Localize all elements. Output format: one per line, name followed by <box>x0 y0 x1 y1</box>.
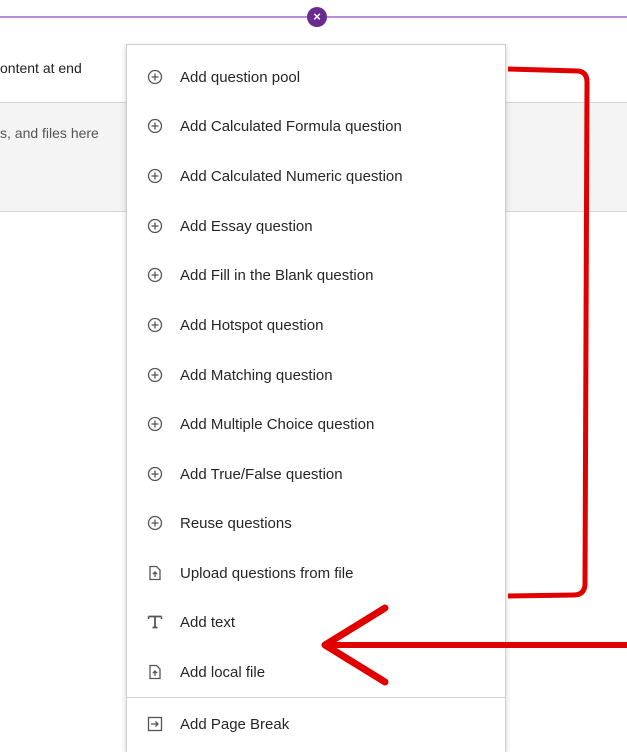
plus-circle-icon <box>146 415 164 433</box>
menu-item-label: Add Essay question <box>180 217 313 235</box>
menu-item-add-local-file[interactable]: Add local file <box>127 652 505 692</box>
close-icon[interactable]: × <box>307 7 327 27</box>
plus-circle-icon <box>146 68 164 86</box>
menu-item-label: Add local file <box>180 663 266 681</box>
menu-item-add-multiple-choice-question[interactable]: Add Multiple Choice question <box>127 404 505 444</box>
menu-item-label: Add Hotspot question <box>180 316 324 334</box>
plus-circle-icon <box>146 514 164 532</box>
plus-circle-icon <box>146 117 164 135</box>
menu-item-add-matching-question[interactable]: Add Matching question <box>127 355 505 395</box>
menu-item-label: Add text <box>180 613 236 631</box>
plus-circle-icon <box>146 316 164 334</box>
menu-item-add-fill-in-the-blank-question[interactable]: Add Fill in the Blank question <box>127 255 505 295</box>
menu-item-upload-questions-from-file[interactable]: Upload questions from file <box>127 553 505 593</box>
background-content-placeholder: s, and files here <box>0 125 99 141</box>
plus-circle-icon <box>146 217 164 235</box>
plus-circle-icon <box>146 266 164 284</box>
menu-item-label: Add Calculated Numeric question <box>180 167 403 185</box>
menu-item-reuse-questions[interactable]: Reuse questions <box>127 503 505 543</box>
add-content-menu: Add question pool Add Calculated Formula… <box>126 44 506 752</box>
file-upload-icon <box>146 564 164 582</box>
menu-item-add-calculated-numeric-question[interactable]: Add Calculated Numeric question <box>127 156 505 196</box>
menu-item-add-true-false-question[interactable]: Add True/False question <box>127 454 505 494</box>
menu-divider <box>127 697 505 698</box>
menu-item-add-hotspot-question[interactable]: Add Hotspot question <box>127 305 505 345</box>
plus-circle-icon <box>146 465 164 483</box>
page-break-icon <box>146 715 164 733</box>
menu-item-add-calculated-formula-question[interactable]: Add Calculated Formula question <box>127 106 505 146</box>
menu-item-label: Reuse questions <box>180 514 292 532</box>
menu-item-add-essay-question[interactable]: Add Essay question <box>127 206 505 246</box>
menu-item-label: Add True/False question <box>180 465 343 483</box>
plus-circle-icon <box>146 366 164 384</box>
menu-item-label: Upload questions from file <box>180 564 354 582</box>
menu-item-label: Add Matching question <box>180 366 333 384</box>
menu-item-label: Add Page Break <box>180 715 290 733</box>
menu-item-label: Add question pool <box>180 68 301 86</box>
menu-item-label: Add Multiple Choice question <box>180 415 375 433</box>
plus-circle-icon <box>146 167 164 185</box>
menu-item-add-text[interactable]: Add text <box>127 602 505 642</box>
background-content-text: ontent at end <box>0 60 82 76</box>
menu-item-label: Add Fill in the Blank question <box>180 266 374 284</box>
menu-item-add-page-break[interactable]: Add Page Break <box>127 704 505 744</box>
menu-item-label: Add Calculated Formula question <box>180 117 402 135</box>
file-upload-icon <box>146 663 164 681</box>
menu-item-add-question-pool[interactable]: Add question pool <box>127 57 505 97</box>
text-icon <box>146 613 164 631</box>
